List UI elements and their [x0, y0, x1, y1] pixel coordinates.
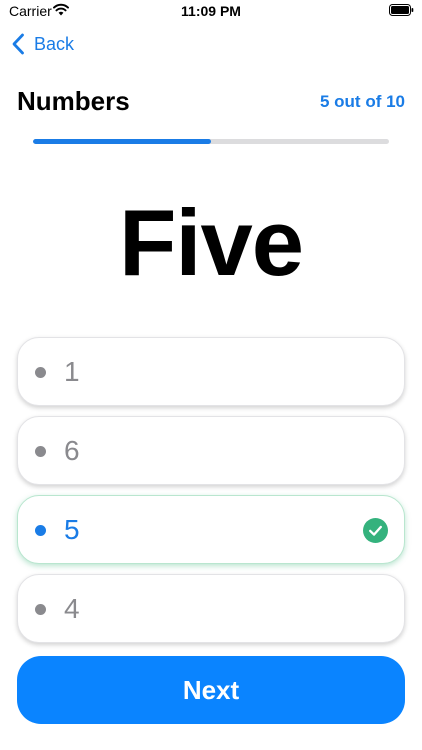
- bullet-dot: [35, 446, 46, 457]
- question-word: Five: [118, 190, 304, 295]
- answer-options: 1 6 5 4: [17, 337, 405, 653]
- answer-option-label: 5: [64, 514, 80, 545]
- back-button[interactable]: Back: [11, 30, 74, 58]
- bullet-dot: [35, 367, 46, 378]
- bullet-dot: [35, 525, 46, 536]
- progress-bar: [33, 139, 389, 144]
- page-title: Numbers: [17, 86, 130, 116]
- battery-icon: [389, 4, 414, 16]
- answer-option-label: 1: [64, 356, 80, 387]
- progress-label: 5 out of 10: [319, 92, 405, 111]
- answer-option[interactable]: 5: [17, 495, 405, 564]
- chevron-left-icon: [12, 33, 24, 55]
- status-time: 11:09 PM: [181, 3, 241, 19]
- answer-option[interactable]: 4: [17, 574, 405, 643]
- status-bar: Carrier 11:09 PM: [0, 0, 422, 22]
- answer-option-label: 6: [64, 435, 80, 466]
- quiz-screen: Carrier 11:09 PM Back Numbers 5 out of 1…: [0, 0, 422, 750]
- answer-option[interactable]: 6: [17, 416, 405, 485]
- next-button[interactable]: Next: [17, 656, 405, 724]
- answer-option[interactable]: 1: [17, 337, 405, 406]
- progress-bar-fill: [33, 139, 211, 144]
- bullet-dot: [35, 604, 46, 615]
- checkmark-icon: [363, 518, 388, 543]
- back-label: Back: [34, 33, 75, 54]
- answer-option-label: 4: [64, 593, 80, 624]
